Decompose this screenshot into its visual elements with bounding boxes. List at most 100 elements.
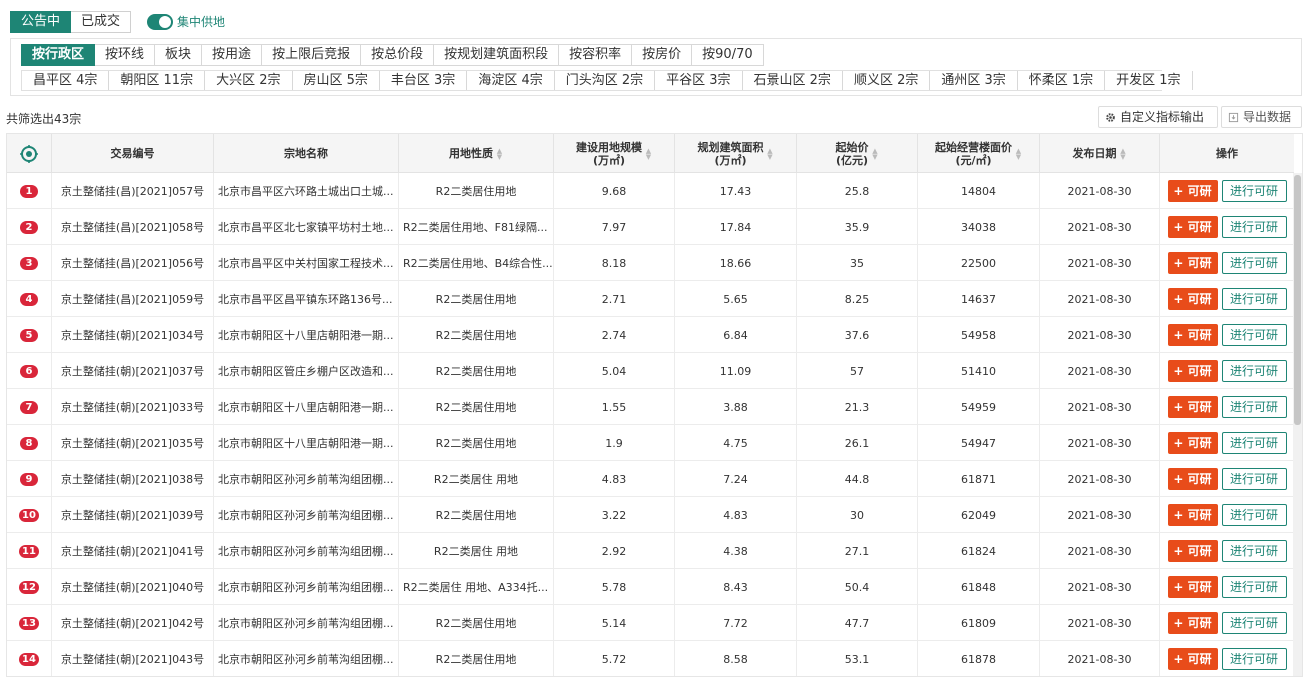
cell-name[interactable]: 北京市朝阳区十八里店朝阳港一期... [214,317,399,353]
add-research-button[interactable]: + 可研 [1167,216,1218,238]
cell-start-price: 8.25 [797,281,918,317]
sort-icon[interactable]: ▲ ▼ [767,147,774,160]
header-land-scale[interactable]: 建设用地规模 (万㎡) ▲ ▼ [554,134,675,173]
cell-code: 京土整储挂(朝)[2021]043号 [52,641,214,676]
result-count: 共筛选出43宗 [6,112,82,126]
cell-name[interactable]: 北京市朝阳区孙河乡前苇沟组团棚... [214,461,399,497]
cell-name[interactable]: 北京市昌平区六环路土城出口土城... [214,173,399,209]
sort-icon[interactable]: ▲ ▼ [1015,147,1022,160]
district-filter-item[interactable]: 石景山区 2宗 [742,71,843,90]
tab-announcing[interactable]: 公告中 [10,11,72,33]
district-filter-item[interactable]: 海淀区 4宗 [467,71,555,90]
table-row: 12 京土整储挂(朝)[2021]040号 北京市朝阳区孙河乡前苇沟组团棚... R2… [7,569,1294,605]
row-index-cell: 7 [7,389,52,425]
cell-build-area: 17.84 [675,209,797,245]
add-research-button[interactable]: + 可研 [1167,648,1218,670]
row-index-badge: 14 [19,652,39,666]
add-research-button[interactable]: + 可研 [1167,288,1218,310]
header-usage[interactable]: 用地性质 ▲ ▼ [399,134,554,173]
district-filter-item[interactable]: 门头沟区 2宗 [554,71,656,90]
cell-name[interactable]: 北京市朝阳区孙河乡前苇沟组团棚... [214,605,399,641]
dimension-tab[interactable]: 按容积率 [559,44,633,66]
cell-usage: R2二类居住用地 [399,353,554,389]
cell-name[interactable]: 北京市朝阳区十八里店朝阳港一期... [214,425,399,461]
start-research-button[interactable]: 进行可研 [1221,576,1287,598]
header-start-price[interactable]: 起始价 (亿元) ▲ ▼ [797,134,918,173]
add-research-button[interactable]: + 可研 [1167,360,1218,382]
start-research-button[interactable]: 进行可研 [1221,288,1287,310]
add-research-button[interactable]: + 可研 [1167,504,1218,526]
district-filter-item[interactable]: 昌平区 4宗 [22,71,110,90]
district-filter-item[interactable]: 房山区 5宗 [292,71,380,90]
cell-date: 2021-08-30 [1040,461,1160,497]
cell-name[interactable]: 北京市朝阳区孙河乡前苇沟组团棚... [214,533,399,569]
cell-name[interactable]: 北京市昌平区中关村国家工程技术... [214,245,399,281]
sort-icon[interactable]: ▲ ▼ [1120,147,1127,160]
cell-start-price: 50.4 [797,569,918,605]
district-filter-item[interactable]: 大兴区 2宗 [205,71,293,90]
district-filter-item[interactable]: 丰台区 3宗 [379,71,468,90]
district-filter-item[interactable]: 顺义区 2宗 [842,71,931,90]
header-floor-price[interactable]: 起始经营楼面价 (元/㎡) ▲ ▼ [918,134,1040,173]
dimension-tab[interactable]: 按房价 [632,44,693,66]
header-locate[interactable] [7,134,52,173]
dimension-tab[interactable]: 按规划建筑面积段 [434,44,560,66]
district-filter-item[interactable]: 开发区 1宗 [1105,71,1193,90]
start-research-button[interactable]: 进行可研 [1221,360,1287,382]
table-scrollbar[interactable] [1293,173,1302,676]
cell-name[interactable]: 北京市朝阳区管庄乡棚户区改造和... [214,353,399,389]
dimension-tab[interactable]: 按用途 [202,44,263,66]
district-filter-item[interactable]: 平谷区 3宗 [655,71,743,90]
cell-build-area: 17.43 [675,173,797,209]
sort-icon[interactable]: ▲ ▼ [645,147,652,160]
centralized-supply-toggle[interactable] [147,13,173,30]
cell-name[interactable]: 北京市朝阳区孙河乡前苇沟组团棚... [214,497,399,533]
cell-name[interactable]: 北京市朝阳区十八里店朝阳港一期... [214,389,399,425]
start-research-button[interactable]: 进行可研 [1221,180,1287,202]
district-filter-item[interactable]: 朝阳区 11宗 [109,71,206,90]
cell-name[interactable]: 北京市昌平区北七家镇平坊村土地... [214,209,399,245]
start-research-button[interactable]: 进行可研 [1221,468,1287,490]
dimension-tab[interactable]: 按90/70 [692,44,764,66]
export-icon [1228,112,1239,122]
dimension-tab[interactable]: 按行政区 [21,44,96,66]
cell-name[interactable]: 北京市朝阳区孙河乡前苇沟组团棚... [214,569,399,605]
cell-date: 2021-08-30 [1040,245,1160,281]
district-filter-item[interactable]: 通州区 3宗 [930,71,1018,90]
sort-icon[interactable]: ▲ ▼ [496,147,503,160]
add-research-button[interactable]: + 可研 [1167,540,1218,562]
dimension-tab[interactable]: 按环线 [95,44,156,66]
add-research-button[interactable]: + 可研 [1167,432,1218,454]
add-research-button[interactable]: + 可研 [1167,576,1218,598]
add-research-button[interactable]: + 可研 [1167,612,1218,634]
add-research-button[interactable]: + 可研 [1167,324,1218,346]
sort-icon[interactable]: ▲ ▼ [872,147,879,160]
row-index-cell: 1 [7,173,52,209]
start-research-button[interactable]: 进行可研 [1221,612,1287,634]
header-build-area[interactable]: 规划建筑面积 (万㎡) ▲ ▼ [675,134,797,173]
header-date[interactable]: 发布日期 ▲ ▼ [1040,134,1160,173]
start-research-button[interactable]: 进行可研 [1221,648,1287,670]
add-research-button[interactable]: + 可研 [1167,180,1218,202]
add-research-button[interactable]: + 可研 [1167,252,1218,274]
row-index-cell: 11 [7,533,52,569]
start-research-button[interactable]: 进行可研 [1221,504,1287,526]
dimension-tab[interactable]: 按上限后竞报 [262,44,362,66]
start-research-button[interactable]: 进行可研 [1221,396,1287,418]
add-research-button[interactable]: + 可研 [1167,396,1218,418]
district-filter-item[interactable]: 怀柔区 1宗 [1017,71,1106,90]
custom-metric-output-button[interactable]: 自定义指标输出 [1098,106,1218,128]
add-research-button[interactable]: + 可研 [1167,468,1218,490]
dimension-tab[interactable]: 按总价段 [361,44,435,66]
start-research-button[interactable]: 进行可研 [1221,324,1287,346]
tab-traded[interactable]: 已成交 [71,11,132,33]
table-scrollbar-thumb[interactable] [1294,175,1301,425]
cell-name[interactable]: 北京市昌平区昌平镇东环路136号... [214,281,399,317]
start-research-button[interactable]: 进行可研 [1221,252,1287,274]
export-data-button[interactable]: 导出数据 [1221,106,1302,128]
start-research-button[interactable]: 进行可研 [1221,216,1287,238]
cell-name[interactable]: 北京市朝阳区孙河乡前苇沟组团棚... [214,641,399,676]
start-research-button[interactable]: 进行可研 [1221,540,1287,562]
start-research-button[interactable]: 进行可研 [1221,432,1287,454]
dimension-tab[interactable]: 板块 [155,44,203,66]
